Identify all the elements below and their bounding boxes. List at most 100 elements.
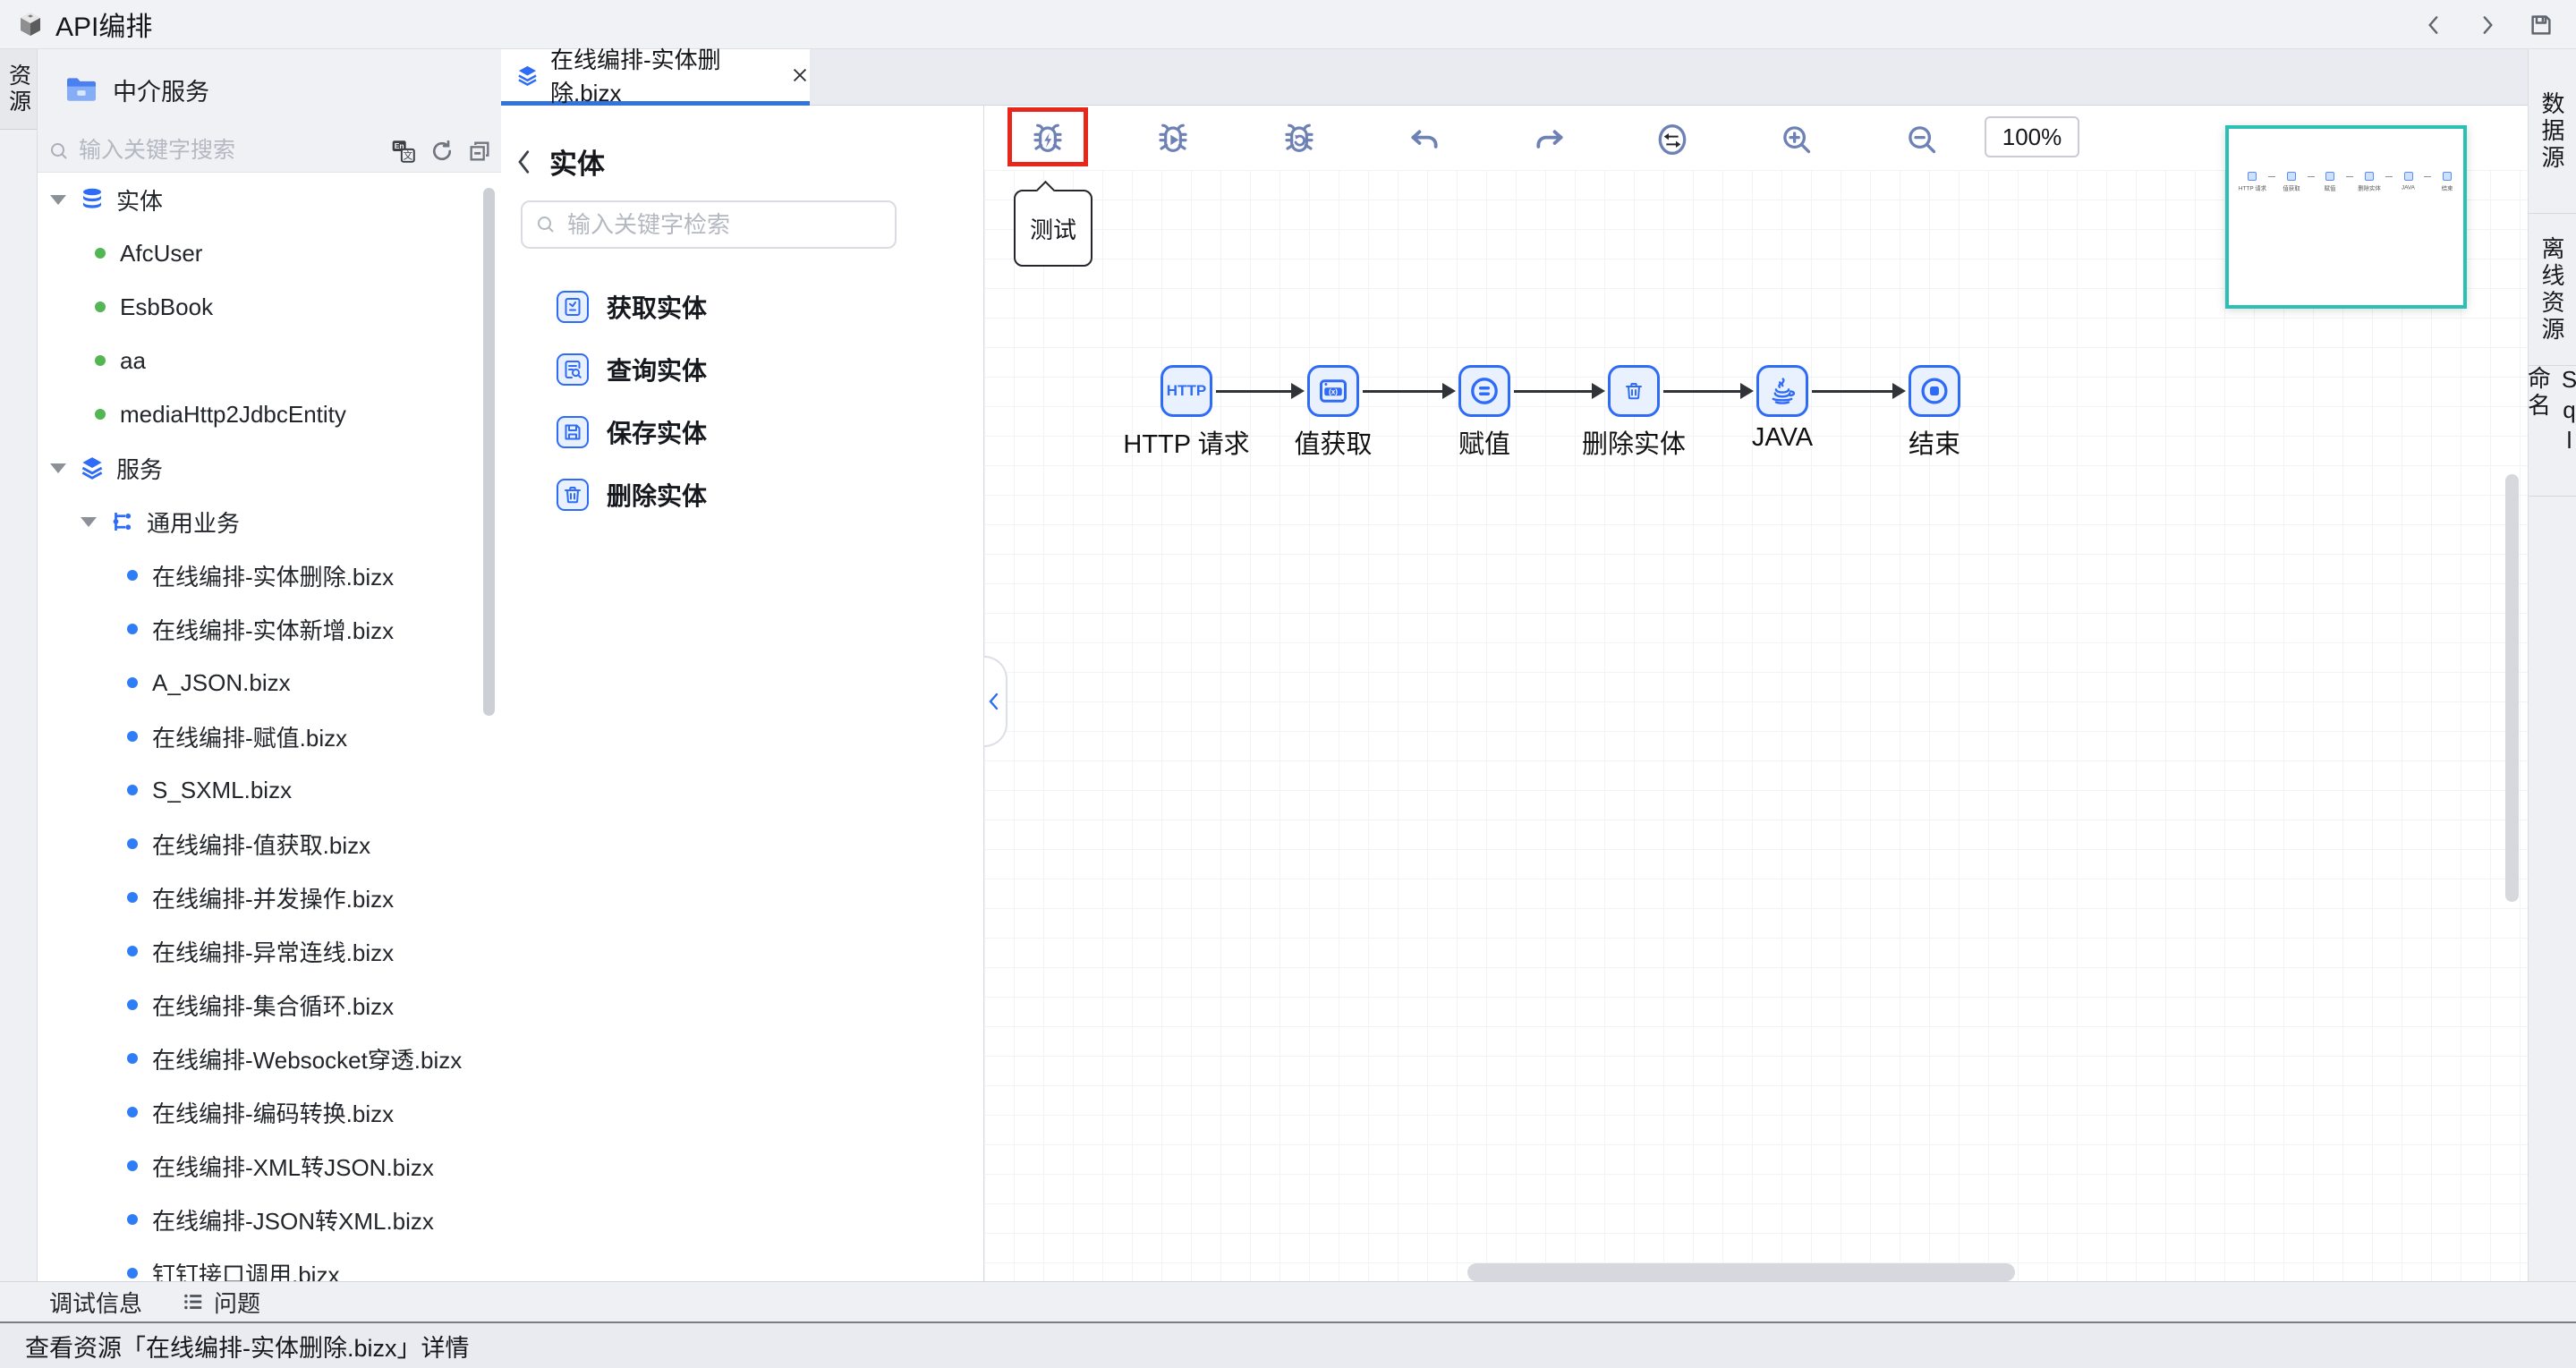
flow-connector bbox=[1812, 390, 1893, 393]
right-tab-1[interactable]: 数据源 bbox=[2529, 49, 2576, 214]
right-tab-3[interactable]: 命名Sql bbox=[2529, 366, 2576, 497]
flow-arrowhead bbox=[1442, 383, 1456, 399]
palette-action-save[interactable]: 保存实体 bbox=[557, 406, 932, 458]
resource-sidebar: 中介服务 En文 实体AfcUserEsbBookaamediaHttp2Jdb… bbox=[38, 49, 501, 1281]
debug-run-icon[interactable] bbox=[1153, 120, 1193, 159]
canvas-vertical-scrollbar[interactable] bbox=[2505, 474, 2519, 902]
tree-item-bizx-file[interactable]: 钉钉接口调用.bizx bbox=[38, 1246, 501, 1281]
tree-group-entity[interactable]: 实体 bbox=[38, 173, 501, 226]
redo-icon[interactable] bbox=[1530, 120, 1569, 159]
palette-action-doc-check[interactable]: 获取实体 bbox=[557, 281, 932, 333]
debug-info-tab[interactable]: 调试信息 bbox=[49, 1286, 142, 1319]
tree-item-entity[interactable]: EsbBook bbox=[38, 280, 501, 334]
tree-group-common-business[interactable]: 通用业务 bbox=[38, 495, 501, 548]
action-label: 保存实体 bbox=[607, 414, 707, 450]
tree-item-label: aa bbox=[120, 347, 146, 375]
save-icon[interactable] bbox=[2526, 10, 2556, 40]
resources-tab[interactable]: 资源 bbox=[0, 49, 37, 130]
minimap-node: 赋值 bbox=[2315, 172, 2347, 193]
flow-node-label: 结束 bbox=[1836, 423, 2033, 461]
minimap-connector bbox=[2385, 176, 2393, 177]
translate-icon[interactable]: En文 bbox=[390, 138, 417, 165]
minimap[interactable]: HTTP 请求值获取赋值删除实体JAVA结束 bbox=[2225, 125, 2467, 309]
tree-item-label: 钉钉接口调用.bizx bbox=[152, 1257, 339, 1282]
flow-node-assign[interactable] bbox=[1458, 365, 1510, 417]
tree-scrollbar[interactable] bbox=[483, 188, 495, 716]
tree-item-bizx-file[interactable]: 在线编排-Websocket穿透.bizx bbox=[38, 1032, 501, 1085]
tree-item-bizx-file[interactable]: 在线编排-集合循环.bizx bbox=[38, 978, 501, 1032]
minimap-connector bbox=[2346, 176, 2353, 177]
tree-item-bizx-file[interactable]: 在线编排-实体新增.bizx bbox=[38, 602, 501, 656]
tree-item-label: 在线编排-JSON转XML.bizx bbox=[152, 1203, 434, 1236]
tree-item-bizx-file[interactable]: 在线编排-JSON转XML.bizx bbox=[38, 1193, 501, 1246]
nav-forward-icon[interactable] bbox=[2472, 10, 2503, 40]
save-icon bbox=[557, 416, 589, 448]
status-dot bbox=[95, 409, 106, 420]
tree-item-bizx-file[interactable]: 在线编排-XML转JSON.bizx bbox=[38, 1139, 501, 1193]
zoom-out-icon[interactable] bbox=[1902, 120, 1942, 159]
tree-item-bizx-file[interactable]: A_JSON.bizx bbox=[38, 656, 501, 709]
right-tab-2[interactable]: 离线资源 bbox=[2529, 214, 2576, 366]
flow-canvas[interactable]: 100% 测试 HTTPHTTP 请求(x)值获取赋值删除实体JAVA结束 HT… bbox=[984, 106, 2528, 1281]
value-get-icon: (x) bbox=[1317, 375, 1349, 407]
tree-group-service[interactable]: 服务 bbox=[38, 441, 501, 495]
refresh-icon[interactable] bbox=[429, 139, 455, 164]
tree-item-bizx-file[interactable]: S_SXML.bizx bbox=[38, 763, 501, 817]
tree-item-label: 在线编排-集合循环.bizx bbox=[152, 989, 394, 1022]
minimap-node-label: 删除实体 bbox=[2358, 184, 2381, 192]
status-dot bbox=[127, 677, 138, 688]
tree-item-bizx-file[interactable]: 在线编排-异常连线.bizx bbox=[38, 924, 501, 978]
nav-back-icon[interactable] bbox=[2419, 10, 2449, 40]
panel-collapse-handle[interactable] bbox=[984, 656, 1007, 747]
back-chevron-icon[interactable] bbox=[514, 149, 535, 175]
caret-down-icon[interactable] bbox=[50, 463, 66, 473]
minimap-node-label: HTTP 请求 bbox=[2238, 184, 2266, 192]
zoom-level[interactable]: 100% bbox=[1985, 116, 2079, 157]
tree-item-bizx-file[interactable]: 在线编排-并发操作.bizx bbox=[38, 871, 501, 924]
flow-node-value-get[interactable]: (x) bbox=[1307, 365, 1359, 417]
swap-direction-icon[interactable] bbox=[1653, 120, 1692, 159]
sidebar-search-input[interactable] bbox=[79, 138, 390, 164]
canvas-horizontal-scrollbar[interactable] bbox=[1467, 1263, 2015, 1281]
palette-search-input[interactable] bbox=[567, 211, 884, 239]
tree-item-label: 在线编排-Websocket穿透.bizx bbox=[152, 1042, 462, 1075]
tab-active[interactable]: 在线编排-实体删除.bizx bbox=[501, 49, 810, 106]
tree-item-bizx-file[interactable]: 在线编排-编码转换.bizx bbox=[38, 1085, 501, 1139]
svg-text:文: 文 bbox=[403, 149, 412, 161]
minimap-node: HTTP 请求 bbox=[2236, 172, 2268, 193]
status-dot bbox=[127, 999, 138, 1010]
palette-action-doc-search[interactable]: 查询实体 bbox=[557, 344, 932, 395]
tree-item-label: 在线编排-并发操作.bizx bbox=[152, 881, 394, 914]
tree-item-bizx-file[interactable]: 在线编排-实体删除.bizx bbox=[38, 548, 501, 602]
palette-action-trash[interactable]: 删除实体 bbox=[557, 469, 932, 521]
tree-item-bizx-file[interactable]: 在线编排-值获取.bizx bbox=[38, 817, 501, 871]
collapse-panels-icon[interactable] bbox=[467, 139, 492, 164]
status-dot bbox=[127, 1268, 138, 1279]
http-icon: HTTP bbox=[1167, 382, 1206, 400]
undo-icon[interactable] bbox=[1405, 120, 1444, 159]
status-dot bbox=[127, 1053, 138, 1064]
flow-node-java[interactable] bbox=[1756, 365, 1808, 417]
minimap-node: JAVA bbox=[2393, 172, 2425, 191]
caret-down-icon[interactable] bbox=[81, 517, 97, 527]
problems-tab[interactable]: 问题 bbox=[182, 1286, 260, 1319]
tab-title: 在线编排-实体删除.bizx bbox=[550, 42, 776, 108]
zoom-in-icon[interactable] bbox=[1777, 120, 1816, 159]
tree-item-entity[interactable]: aa bbox=[38, 334, 501, 387]
caret-down-icon[interactable] bbox=[50, 195, 66, 205]
tree-item-bizx-file[interactable]: 在线编排-赋值.bizx bbox=[38, 709, 501, 763]
minimap-node-box bbox=[2325, 172, 2334, 181]
action-label: 获取实体 bbox=[607, 289, 707, 325]
tree-item-entity[interactable]: AfcUser bbox=[38, 226, 501, 280]
debug-restart-icon[interactable] bbox=[1279, 120, 1319, 159]
search-icon bbox=[48, 140, 70, 162]
minimap-node-label: 赋值 bbox=[2325, 184, 2336, 192]
tree-item-label: A_JSON.bizx bbox=[152, 669, 291, 697]
flow-node-http[interactable]: HTTP bbox=[1160, 365, 1212, 417]
tree-group-label: 实体 bbox=[116, 183, 163, 217]
flow-node-end[interactable] bbox=[1909, 365, 1960, 417]
sidebar-search-row: En文 bbox=[38, 130, 501, 173]
flow-node-trash[interactable] bbox=[1608, 365, 1660, 417]
tree-item-entity[interactable]: mediaHttp2JdbcEntity bbox=[38, 387, 501, 441]
tab-close-icon[interactable] bbox=[790, 65, 810, 85]
